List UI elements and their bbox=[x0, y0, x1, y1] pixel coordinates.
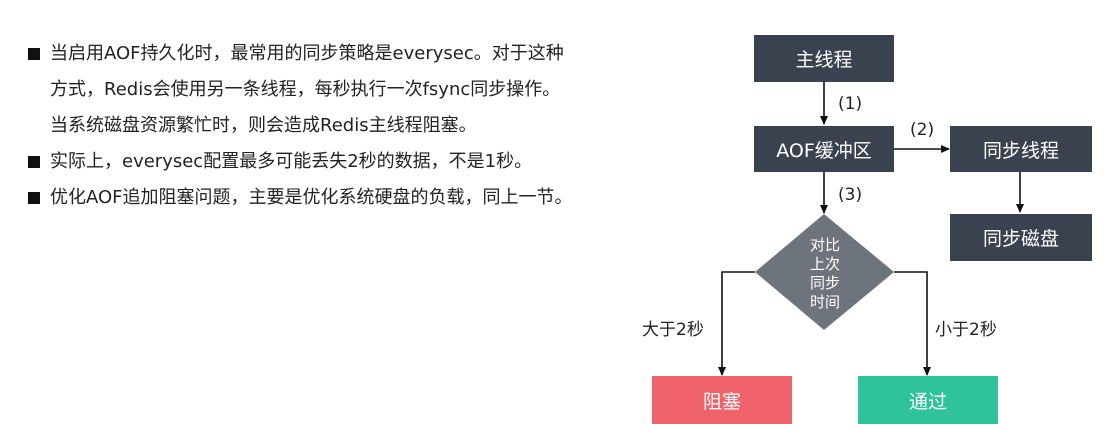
flow-connectors bbox=[718, 82, 1024, 376]
aof-buffer-node: AOF缓冲区 bbox=[754, 126, 894, 172]
edge-less-arrow bbox=[894, 271, 931, 376]
decision-line-1: 对比 bbox=[809, 236, 840, 254]
pass-node: 通过 bbox=[858, 376, 998, 424]
edge-3-label: (3) bbox=[838, 185, 863, 205]
block-node: 阻塞 bbox=[652, 376, 792, 424]
decision-line-2: 上次 bbox=[809, 255, 840, 273]
edge-2-label: (2) bbox=[910, 120, 935, 140]
sync-thread-node: 同步线程 bbox=[950, 126, 1092, 172]
decision-line-4: 时间 bbox=[809, 293, 840, 311]
sync-disk-node: 同步磁盘 bbox=[950, 214, 1092, 261]
less-label: 小于2秒 bbox=[935, 320, 997, 340]
edge-1-label: (1) bbox=[838, 94, 863, 114]
decision-line-3: 同步 bbox=[809, 274, 840, 292]
edge-greater-arrow bbox=[718, 271, 755, 376]
greater-label: 大于2秒 bbox=[642, 320, 704, 340]
decision-label: 对比 上次 同步 时间 bbox=[790, 236, 860, 312]
main-thread-node: 主线程 bbox=[754, 35, 894, 82]
